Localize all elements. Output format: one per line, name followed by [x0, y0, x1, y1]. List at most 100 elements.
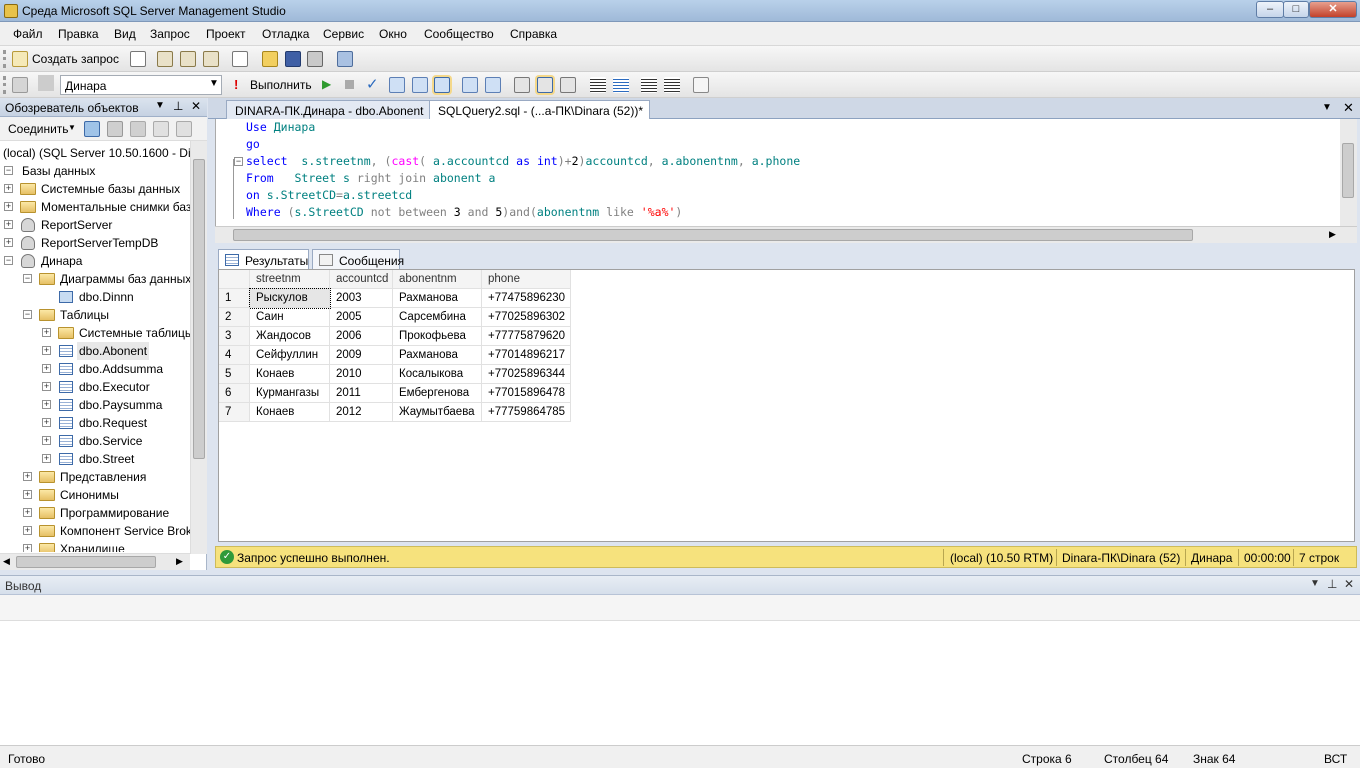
tree-server-node[interactable]: (local) (SQL Server 10.50.1600 - Dina — [3, 144, 204, 162]
scrollbar-thumb[interactable] — [16, 556, 156, 568]
collapse-icon[interactable]: − — [4, 256, 13, 265]
tree-table-executor[interactable]: + dbo.Executor — [0, 378, 190, 396]
collapse-icon[interactable]: − — [23, 310, 32, 319]
results-to-file-icon[interactable] — [560, 77, 576, 93]
tree-dinara-db[interactable]: − Динара — [0, 252, 190, 270]
results-to-grid-icon[interactable] — [434, 77, 450, 93]
filter-icon[interactable] — [153, 121, 169, 137]
chevron-down-icon[interactable]: ▼ — [68, 123, 76, 132]
expand-icon[interactable]: + — [42, 400, 51, 409]
uncomment-icon[interactable] — [613, 77, 629, 93]
grid-cell[interactable]: 2011 — [330, 384, 393, 403]
scrollbar-thumb[interactable] — [193, 159, 205, 459]
results-grid-toggle-icon[interactable] — [537, 77, 553, 93]
execute-button[interactable]: Выполнить — [250, 78, 312, 92]
scrollbar-thumb[interactable] — [1342, 143, 1354, 198]
column-header[interactable]: streetnm — [250, 270, 330, 289]
activity-monitor-icon[interactable] — [337, 51, 353, 67]
menu-debug[interactable]: Отладка — [262, 27, 309, 41]
sql-editor[interactable]: − Use Динара go select s.streetnm, (cast… — [215, 119, 1357, 226]
menu-help[interactable]: Справка — [510, 27, 557, 41]
menu-window[interactable]: Окно — [379, 27, 407, 41]
row-number-cell[interactable]: 2 — [219, 308, 250, 327]
tab-messages[interactable]: Сообщения — [312, 249, 404, 269]
connect-icon[interactable] — [12, 77, 28, 93]
expand-icon[interactable]: + — [42, 436, 51, 445]
column-header[interactable]: accountcd — [330, 270, 393, 289]
expand-icon[interactable]: + — [23, 544, 32, 552]
connect-dropdown[interactable]: Соединить — [8, 122, 69, 136]
grid-cell[interactable]: +77775879620 — [482, 327, 571, 346]
tree-snapshots[interactable]: + Моментальные снимки баз — [0, 198, 190, 216]
open-file-icon[interactable] — [262, 51, 278, 67]
close-icon[interactable]: ✕ — [191, 99, 201, 113]
new-file-icon[interactable] — [130, 51, 146, 67]
close-icon[interactable]: ✕ — [1343, 100, 1354, 116]
expand-icon[interactable]: + — [4, 238, 13, 247]
grid-cell[interactable]: Сейфуллин — [250, 346, 330, 365]
scroll-left-icon[interactable]: ◀ — [3, 556, 10, 567]
scroll-right-icon[interactable]: ▶ — [1329, 229, 1336, 240]
parse-checkmark-icon[interactable]: ✓ — [366, 75, 379, 93]
grid-cell[interactable]: +77759864785 — [482, 403, 571, 422]
menu-tools[interactable]: Сервис — [323, 27, 364, 41]
grid-cell[interactable]: Жандосов — [250, 327, 330, 346]
stop-icon[interactable] — [345, 80, 354, 89]
results-to-text-icon[interactable] — [514, 77, 530, 93]
chevron-down-icon[interactable]: ▼ — [1310, 578, 1320, 589]
print-icon[interactable] — [307, 51, 323, 67]
row-number-cell[interactable]: 6 — [219, 384, 250, 403]
tree-reportservertempdb[interactable]: + ReportServerTempDB — [0, 234, 190, 252]
connect-server-icon[interactable] — [84, 121, 100, 137]
expand-icon[interactable]: + — [42, 328, 51, 337]
tree-programmability[interactable]: + Программирование — [0, 504, 190, 522]
column-header[interactable]: phone — [482, 270, 571, 289]
tree-tables[interactable]: − Таблицы — [0, 306, 190, 324]
mdx-query-icon[interactable] — [157, 51, 173, 67]
vertical-scrollbar[interactable] — [190, 141, 207, 554]
collapse-icon[interactable]: − — [23, 274, 32, 283]
tree-storage[interactable]: + Хранилище — [0, 540, 190, 552]
grid-cell[interactable]: Косалыкова — [393, 365, 482, 384]
grid-cell[interactable]: Курмангазы — [250, 384, 330, 403]
debug-icon[interactable]: ▶ — [322, 77, 331, 91]
tab-sqlquery2[interactable]: SQLQuery2.sql - (...а-ПК\Dinara (52))* — [429, 100, 650, 119]
xmla-query-icon[interactable] — [203, 51, 219, 67]
editor-horizontal-scrollbar[interactable]: ▶ — [215, 226, 1357, 243]
save-icon[interactable] — [285, 51, 301, 67]
tree-table-street[interactable]: + dbo.Street — [0, 450, 190, 468]
tree-service-broker[interactable]: + Компонент Service Brok — [0, 522, 190, 540]
grid-cell[interactable]: 2009 — [330, 346, 393, 365]
row-header-corner[interactable] — [219, 270, 250, 289]
close-button[interactable]: ✕ — [1309, 1, 1357, 18]
grid-cell[interactable]: +77015896478 — [482, 384, 571, 403]
grid-cell[interactable]: 2010 — [330, 365, 393, 384]
tab-abonent-table[interactable]: DINARA-ПК.Динара - dbo.Abonent — [226, 100, 436, 119]
tree-diagrams[interactable]: − Диаграммы баз данных — [0, 270, 190, 288]
minimize-button[interactable]: – — [1256, 1, 1284, 18]
tree-databases-node[interactable]: − Базы данных — [0, 162, 190, 180]
close-icon[interactable]: ✕ — [1344, 577, 1354, 591]
tree-dbo-dinnn[interactable]: dbo.Dinnn — [0, 288, 190, 306]
increase-indent-icon[interactable] — [664, 77, 680, 93]
tree-table-abonent[interactable]: + dbo.Abonent — [0, 342, 190, 360]
expand-icon[interactable]: + — [23, 472, 32, 481]
tree-synonyms[interactable]: + Синонимы — [0, 486, 190, 504]
client-statistics-icon[interactable] — [485, 77, 501, 93]
grid-cell[interactable]: 2003 — [330, 289, 393, 308]
disconnect-icon[interactable] — [107, 121, 123, 137]
menu-query[interactable]: Запрос — [150, 27, 190, 41]
expand-icon[interactable]: + — [23, 526, 32, 535]
new-query-button[interactable]: Создать запрос — [32, 52, 119, 66]
tree-table-service[interactable]: + dbo.Service — [0, 432, 190, 450]
grid-cell[interactable]: +77025896302 — [482, 308, 571, 327]
refresh-icon[interactable] — [176, 121, 192, 137]
results-grid[interactable]: streetnm accountcd abonentnm phone 1 Рыск… — [218, 269, 1355, 542]
tree-table-paysumma[interactable]: + dbo.Paysumma — [0, 396, 190, 414]
database-select[interactable]: Динара ▼ — [60, 75, 222, 95]
row-number-cell[interactable]: 4 — [219, 346, 250, 365]
pin-icon[interactable]: ⊥ — [1327, 577, 1337, 591]
collapse-icon[interactable]: − — [4, 166, 13, 175]
grid-cell[interactable]: +77025896344 — [482, 365, 571, 384]
column-header[interactable]: abonentnm — [393, 270, 482, 289]
